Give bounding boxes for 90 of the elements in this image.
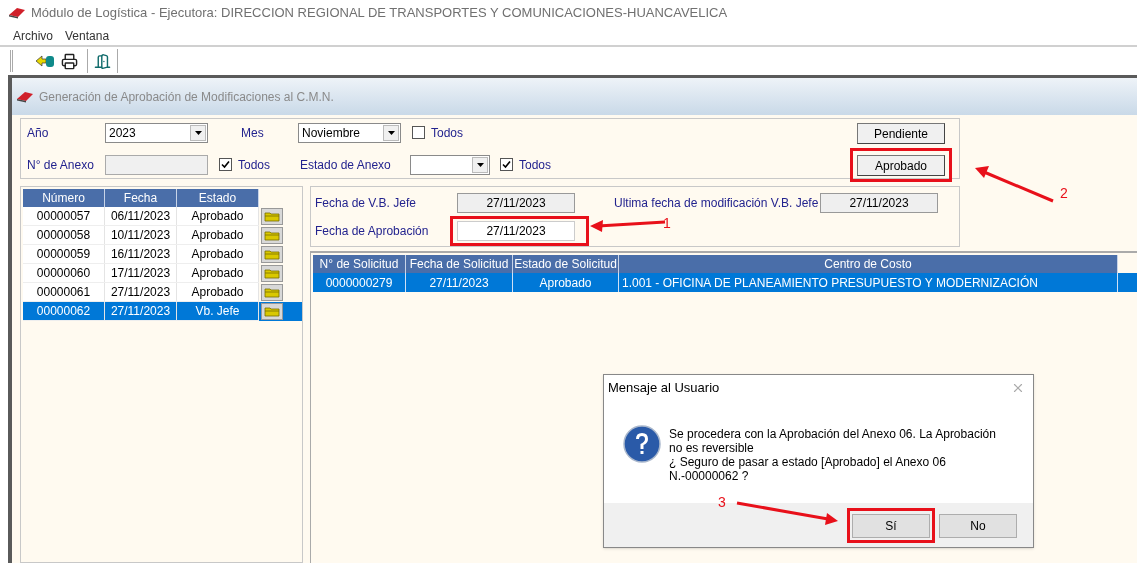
table-cell: Aprobado xyxy=(177,245,259,263)
checkbox[interactable] xyxy=(412,126,425,139)
table-cell: Aprobado xyxy=(177,283,259,301)
folder-icon xyxy=(264,268,280,279)
table-cell: Aprobado xyxy=(177,226,259,244)
column-header: Centro de Costo xyxy=(619,255,1118,273)
folder-icon xyxy=(264,249,280,260)
dialog-button[interactable]: No xyxy=(939,513,1017,538)
folder-icon xyxy=(264,306,280,317)
field-label: Mes xyxy=(241,124,265,142)
open-folder-button[interactable] xyxy=(261,265,283,282)
table-cell: Aprobado xyxy=(177,207,259,225)
book-icon xyxy=(16,90,34,103)
back-arrow-icon[interactable] xyxy=(35,53,55,69)
open-folder-button[interactable] xyxy=(261,284,283,301)
table-cell: 00000058 xyxy=(23,226,105,244)
field-label: Fecha de Aprobación xyxy=(315,222,430,240)
column-header: Estado xyxy=(177,189,259,207)
checkbox[interactable] xyxy=(500,158,513,171)
annotation-number: 3 xyxy=(718,493,726,512)
close-icon[interactable] xyxy=(1011,381,1025,395)
date-field[interactable]: 27/11/2023 xyxy=(457,192,575,213)
window-title: Módulo de Logística - Ejecutora: DIRECCION REGIONAL DE TRANSPORTES Y COMUNICACIONES-HUANCAVELICA xyxy=(31,4,728,23)
table-row[interactable]: 00000058 10/11/2023 Aprobado xyxy=(23,226,259,245)
table-row[interactable]: 00000059 16/11/2023 Aprobado xyxy=(23,245,259,264)
field-label: Año xyxy=(27,124,50,142)
question-icon xyxy=(623,425,661,463)
table-cell: 00000059 xyxy=(23,245,105,263)
checkbox[interactable] xyxy=(219,158,232,171)
table-row[interactable]: 00000061 27/11/2023 Aprobado xyxy=(23,283,259,302)
action-button[interactable]: Pendiente xyxy=(857,123,945,144)
table-cell: 00000062 xyxy=(23,302,105,320)
table-row[interactable]: 00000062 27/11/2023 Vb. Jefe xyxy=(23,302,259,321)
table-row[interactable]: 00000057 06/11/2023 Aprobado xyxy=(23,207,259,226)
checkbox-label: Todos xyxy=(431,124,464,142)
table-cell: 27/11/2023 xyxy=(105,302,177,320)
table-row[interactable]: 0000000279 27/11/2023 Aprobado 1.001 - OFICINA DE PLANEAMIENTO PRESUPUESTO Y MODERNIZACIÓN xyxy=(313,273,1137,292)
date-field[interactable]: 27/11/2023 xyxy=(820,192,938,213)
date-field[interactable]: 27/11/2023 xyxy=(457,220,575,241)
book-icon xyxy=(8,7,26,19)
open-folder-button[interactable] xyxy=(261,208,283,225)
menu-item[interactable]: Ventana xyxy=(65,26,110,45)
column-header: N° de Solicitud xyxy=(313,255,406,273)
exit-door-icon[interactable] xyxy=(94,52,111,70)
field-label: Fecha de V.B. Jefe xyxy=(315,194,417,212)
open-folder-button[interactable] xyxy=(261,227,283,244)
column-header: Número xyxy=(23,189,105,207)
menu-item[interactable]: Archivo xyxy=(13,26,53,45)
checkbox-label: Todos xyxy=(519,156,552,174)
dialog-button[interactable]: Sí xyxy=(852,513,930,538)
table-row[interactable]: 00000060 17/11/2023 Aprobado xyxy=(23,264,259,283)
dropdown-field[interactable]: 2023 xyxy=(105,122,208,143)
table-cell: 0000000279 xyxy=(313,273,406,292)
printer-icon[interactable] xyxy=(61,52,78,70)
column-header: Fecha xyxy=(105,189,177,207)
caret-icon xyxy=(194,130,202,135)
action-button[interactable]: Aprobado xyxy=(857,155,945,176)
table-cell: 16/11/2023 xyxy=(105,245,177,263)
window-title: Generación de Aprobación de Modificaciones al C.M.N. xyxy=(39,88,334,106)
table-cell: 00000060 xyxy=(23,264,105,282)
folder-icon xyxy=(264,211,280,222)
checkbox-label: Todos xyxy=(238,156,271,174)
table-cell: 1.001 - OFICINA DE PLANEAMIENTO PRESUPUESTO Y MODERNIZACIÓN xyxy=(619,273,1118,292)
annotation-number: 2 xyxy=(1060,184,1068,203)
column-header: Estado de Solicitud xyxy=(513,255,619,273)
table-cell: Aprobado xyxy=(177,264,259,282)
open-folder-button[interactable] xyxy=(261,246,283,263)
table-cell: 27/11/2023 xyxy=(406,273,513,292)
table-cell: 00000061 xyxy=(23,283,105,301)
annotation-number: 1 xyxy=(663,214,671,233)
table-cell: 10/11/2023 xyxy=(105,226,177,244)
table-cell: 06/11/2023 xyxy=(105,207,177,225)
field-label: N° de Anexo xyxy=(27,156,95,174)
field-label: Ultima fecha de modificación V.B. Jefe xyxy=(614,194,820,212)
dialog-title: Mensaje al Usuario xyxy=(608,379,720,398)
caret-icon xyxy=(387,130,395,135)
input-field[interactable] xyxy=(105,154,208,175)
dropdown-field[interactable]: Noviembre xyxy=(298,122,401,143)
caret-icon xyxy=(476,162,484,167)
field-label: Estado de Anexo xyxy=(300,156,392,174)
column-header: Fecha de Solicitud xyxy=(406,255,513,273)
dialog-message: Se procedera con la Aprobación del Anexo 06. La Aprobación no es reversible ¿ Seguro de pasar a estado [Aprobado] el Anexo 06 N.-00000062 ? xyxy=(669,426,996,483)
dropdown-field[interactable] xyxy=(410,154,490,175)
table-cell: 27/11/2023 xyxy=(105,283,177,301)
folder-icon xyxy=(264,287,280,298)
table-cell: Aprobado xyxy=(513,273,619,292)
table-cell: 00000057 xyxy=(23,207,105,225)
table-cell: 17/11/2023 xyxy=(105,264,177,282)
open-folder-button[interactable] xyxy=(261,303,283,320)
folder-icon xyxy=(264,230,280,241)
